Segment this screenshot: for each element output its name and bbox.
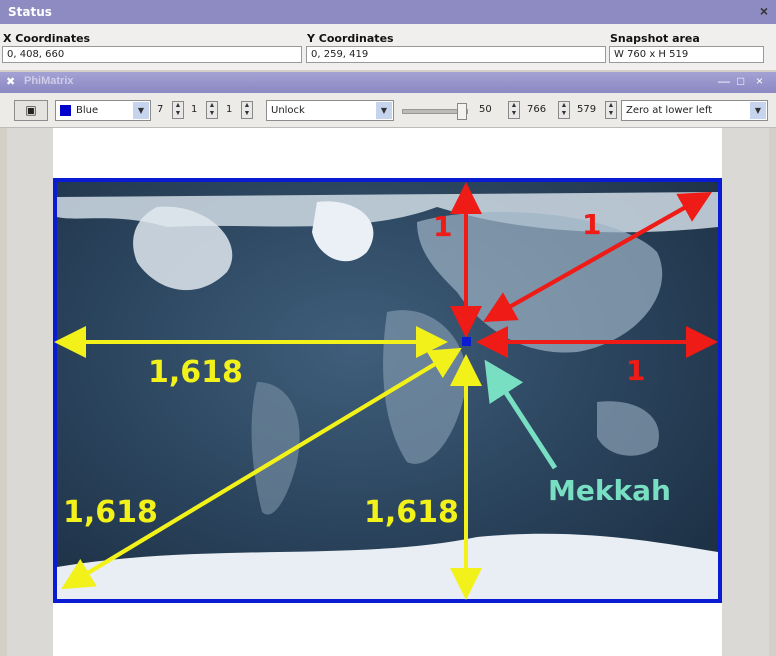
yellow-arrows — [54, 326, 482, 600]
red-label-diagonal: 1 — [582, 208, 601, 241]
yellow-label-bottom: 1,618 — [364, 495, 459, 530]
mekkah-label: Mekkah — [548, 474, 671, 507]
golden-ratio-overlay: 1 1 1 1,618 1,618 1,618 Mekkah — [54, 182, 718, 600]
red-label-top: 1 — [433, 210, 452, 243]
mekkah-marker — [462, 337, 471, 346]
red-label-right: 1 — [626, 354, 645, 387]
yellow-label-left: 1,618 — [148, 355, 243, 390]
yellow-label-diagonal: 1,618 — [63, 495, 158, 530]
yellow-arrow-diagonal-back — [74, 347, 462, 582]
mekkah-pointer — [484, 359, 558, 470]
